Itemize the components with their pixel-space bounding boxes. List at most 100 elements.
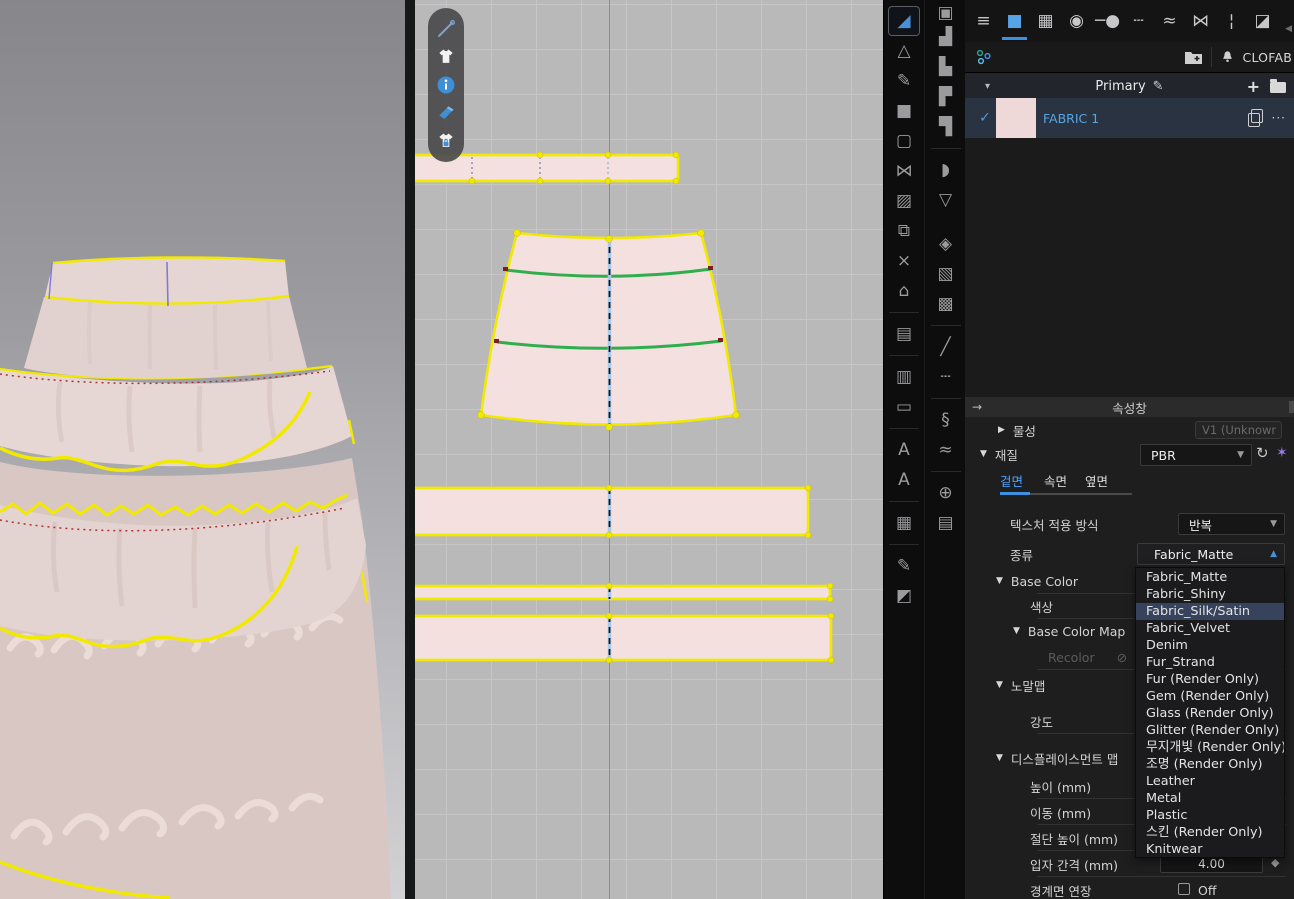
- dropdown-item[interactable]: Fur (Render Only): [1136, 671, 1284, 688]
- info-tool-icon[interactable]: [435, 74, 457, 96]
- dropdown-item[interactable]: Fur_Strand: [1136, 654, 1284, 671]
- tab-front-surface[interactable]: 겉면: [1000, 471, 1023, 490]
- fabric-visible-check-icon[interactable]: ✓: [979, 110, 991, 126]
- dropdown-item[interactable]: Fabric_Silk/Satin: [1136, 603, 1284, 620]
- folder-icon[interactable]: [1270, 82, 1286, 93]
- boundary-extension-checkbox[interactable]: [1178, 883, 1190, 895]
- shirring-tool[interactable]: ≈: [930, 435, 962, 465]
- dropdown-item[interactable]: Denim: [1136, 637, 1284, 654]
- dropdown-item[interactable]: Glitter (Render Only): [1136, 722, 1284, 739]
- tab-scene[interactable]: ≡: [968, 2, 999, 40]
- basting-tool[interactable]: ╱: [930, 332, 962, 362]
- rectangle-pattern-tool[interactable]: ▢: [888, 126, 920, 156]
- expand-triangle-icon[interactable]: ▼: [1013, 626, 1020, 636]
- pattern-outline-tool[interactable]: ⌂: [888, 276, 920, 306]
- flatten-tool[interactable]: ✎: [888, 551, 920, 581]
- edit-pattern-tool[interactable]: △: [888, 36, 920, 66]
- dart-tool[interactable]: ⋈: [888, 156, 920, 186]
- tab-puckering[interactable]: ≈: [1154, 2, 1185, 40]
- add-fabric-icon[interactable]: +: [1247, 77, 1260, 96]
- fabric-more-menu-icon[interactable]: ···: [1272, 111, 1286, 125]
- viewport-3d[interactable]: [0, 0, 405, 899]
- dropdown-item[interactable]: Fabric_Matte: [1136, 569, 1284, 586]
- expand-triangle-icon[interactable]: ▼: [996, 753, 1003, 763]
- share-link-icon[interactable]: [975, 49, 993, 65]
- expand-triangle-icon[interactable]: ▼: [996, 680, 1003, 690]
- detail-sewing-tool[interactable]: ▜: [930, 112, 962, 142]
- dock-arrow-icon[interactable]: →: [972, 400, 982, 414]
- shader-select[interactable]: PBR ▼: [1140, 444, 1252, 466]
- dropdown-item[interactable]: Fabric_Velvet: [1136, 620, 1284, 637]
- text-tool[interactable]: A: [888, 465, 920, 495]
- tab-graphic[interactable]: ▦: [1030, 2, 1061, 40]
- material-wizard-icon[interactable]: ✶: [1276, 445, 1288, 461]
- fabric-swatch[interactable]: [996, 98, 1036, 138]
- group-collapse-caret-icon[interactable]: ▾: [985, 81, 990, 92]
- drape-mesh-tool[interactable]: ◈: [930, 229, 962, 259]
- tab-button[interactable]: ◉: [1061, 2, 1092, 40]
- material-type-combo-open[interactable]: Fabric_Matte ▲: [1137, 543, 1285, 565]
- fabric-list-item[interactable]: ✓ FABRIC 1 ···: [965, 98, 1294, 138]
- duplicate-fabric-icon[interactable]: [1248, 113, 1260, 127]
- internal-cross-line-tool[interactable]: ×: [888, 246, 920, 276]
- edit-sewing-tool[interactable]: ▟: [930, 22, 962, 52]
- physics-version-badge[interactable]: V1 (Unknowr: [1195, 421, 1282, 439]
- collapse-triangle-icon[interactable]: ▶: [998, 425, 1005, 435]
- tab-fabric[interactable]: ■: [999, 2, 1030, 40]
- dropdown-item[interactable]: Metal: [1136, 790, 1284, 807]
- viewport-2d-pattern[interactable]: [415, 0, 883, 899]
- clofab-bell-icon[interactable]: [1220, 49, 1235, 65]
- material-section-row[interactable]: ▼ 재질 PBR ▼ ↻ ✶: [965, 442, 1294, 466]
- dropdown-item[interactable]: 무지개빛 (Render Only): [1136, 739, 1284, 756]
- garment-lock-tool-icon[interactable]: [435, 130, 457, 152]
- fabric-group-header[interactable]: ▾ Primary ✎ +: [965, 72, 1294, 99]
- physics-section-row[interactable]: ▶ 물성 V1 (Unknowr: [965, 418, 1294, 442]
- polygon-pattern-tool[interactable]: ■: [888, 96, 920, 126]
- rename-pencil-icon[interactable]: ✎: [1153, 79, 1164, 94]
- texture-mode-select[interactable]: 반복 ▼: [1178, 513, 1285, 535]
- tab-bow[interactable]: ⋈: [1185, 2, 1216, 40]
- clofab-label[interactable]: CLOFAB: [1243, 50, 1292, 65]
- tab-inner-surface[interactable]: 속면: [1044, 471, 1067, 490]
- trace-tool[interactable]: ⧉: [888, 216, 920, 246]
- dropdown-item[interactable]: Plastic: [1136, 807, 1284, 824]
- elastic-tool[interactable]: §: [930, 405, 962, 435]
- sewing-machine-partial[interactable]: ▣: [930, 6, 962, 22]
- edit-curvature-tool[interactable]: ✎: [888, 66, 920, 96]
- edit-text-tool[interactable]: A: [888, 435, 920, 465]
- tab-scroll-left-icon[interactable]: ◀: [1285, 24, 1292, 34]
- transform-pattern-tool[interactable]: ◢: [888, 6, 920, 36]
- tab-zipper[interactable]: ¦: [1216, 2, 1247, 40]
- dropdown-item[interactable]: Leather: [1136, 773, 1284, 790]
- pin-tack-tool[interactable]: ┄: [930, 362, 962, 392]
- tab-side-surface[interactable]: 옆면: [1085, 471, 1108, 490]
- dropdown-item[interactable]: 조명 (Render Only): [1136, 756, 1284, 773]
- expand-triangle-icon[interactable]: ▼: [996, 576, 1003, 586]
- iron-press-tool[interactable]: ◗: [930, 155, 962, 185]
- quilt-garment-tool[interactable]: ▧: [930, 259, 962, 289]
- tab-trim[interactable]: ◪: [1247, 2, 1278, 40]
- dropdown-item[interactable]: 스킨 (Render Only): [1136, 824, 1284, 841]
- dropdown-item[interactable]: Fabric_Shiny: [1136, 586, 1284, 603]
- add-folder-icon[interactable]: [1184, 49, 1203, 65]
- avatar-pattern-tool[interactable]: ◩: [888, 581, 920, 611]
- segment-sewing-tool[interactable]: ▙: [930, 52, 962, 82]
- checker-garment-tool[interactable]: ▩: [930, 289, 962, 319]
- internal-polygon-tool[interactable]: ▨: [888, 186, 920, 216]
- tuck-tool[interactable]: ▤: [930, 508, 962, 538]
- needle-awl-tool-icon[interactable]: [435, 18, 457, 40]
- expand-triangle-icon[interactable]: ▼: [980, 449, 987, 459]
- ruler-tool[interactable]: ▭: [888, 392, 920, 422]
- zoom-pattern-tool[interactable]: ⊕: [930, 478, 962, 508]
- tab-pin[interactable]: ─●: [1092, 2, 1123, 40]
- fabric-swatch-tool-icon[interactable]: [435, 102, 457, 124]
- free-sewing-tool[interactable]: ▛: [930, 82, 962, 112]
- tab-topstitch[interactable]: ┄: [1123, 2, 1154, 40]
- garment-show-tool-icon[interactable]: [435, 46, 457, 68]
- refresh-material-icon[interactable]: ↻: [1256, 444, 1269, 462]
- dropdown-item[interactable]: Gem (Render Only): [1136, 688, 1284, 705]
- pleats-tool[interactable]: ▦: [888, 508, 920, 538]
- select-garment-tool[interactable]: ▽: [930, 185, 962, 215]
- seam-allowance-tool[interactable]: ▥: [888, 362, 920, 392]
- fold-arrangement-tool[interactable]: ▤: [888, 319, 920, 349]
